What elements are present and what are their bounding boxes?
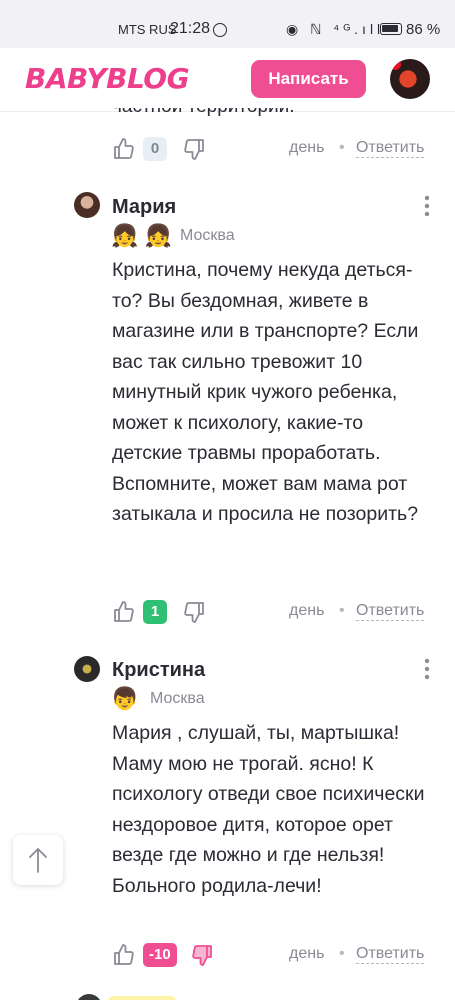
user-badges: 👧 👧 [111,223,172,248]
scroll-to-top-button[interactable] [13,835,63,885]
thumb-down-icon[interactable] [190,943,214,967]
thumb-up-icon[interactable] [112,600,136,624]
avatar [76,994,102,1000]
badge-peek [108,996,176,1000]
score-badge: 0 [143,137,167,161]
user-city: Москва [150,690,205,707]
thumb-down-icon[interactable] [182,600,206,624]
separator-dot: • [339,945,345,962]
comment-time: день [289,945,325,962]
arrow-up-icon [29,847,47,873]
comment-author[interactable]: Кристина [112,659,205,682]
write-button[interactable]: Написать [251,60,366,98]
thumb-up-icon[interactable] [112,137,136,161]
avatar[interactable] [74,656,100,682]
separator-dot: • [339,602,345,619]
whatsapp-icon [213,23,227,37]
reply-link[interactable]: Ответить [356,945,425,964]
comment-actions: -10 день • Ответить [110,941,430,971]
user-city: Москва [180,227,235,244]
comment-actions: 0 день • Ответить [110,135,430,165]
app-header: BABYBLOG Написать [0,48,455,112]
more-options-icon[interactable] [423,195,431,219]
clock: 21:28 [170,20,211,37]
user-avatar[interactable] [390,59,430,99]
comment-author[interactable]: Мария [112,196,176,219]
status-bar: MTS RUS 21:28 ◉ ℕ ⁴ᴳ.ıll 86 % [0,0,455,48]
babyblog-logo[interactable]: BABYBLOG [25,62,190,95]
comment-time: день [289,602,325,619]
signal-icons: ◉ ℕ ⁴ᴳ.ıll [286,21,385,37]
comment-time: день [289,139,325,156]
comment-actions: 1 день • Ответить [110,598,430,628]
user-badges: 👦 [111,686,139,711]
comment-text: Мария , слушай, ты, мартышка! Маму мою н… [112,722,425,897]
avatar[interactable] [74,192,100,218]
comment-text: Кристина, почему некуда деться-то? Вы бе… [112,259,419,525]
reply-link[interactable]: Ответить [356,139,425,158]
carrier-label: MTS RUS [118,22,177,37]
battery-percent: 86 % [406,21,441,38]
score-badge: -10 [143,943,177,967]
thumb-down-icon[interactable] [182,137,206,161]
score-badge: 1 [143,600,167,624]
separator-dot: • [339,139,345,156]
more-options-icon[interactable] [423,658,431,682]
thumb-up-icon[interactable] [112,943,136,967]
reply-link[interactable]: Ответить [356,602,425,621]
battery-icon [380,23,402,35]
